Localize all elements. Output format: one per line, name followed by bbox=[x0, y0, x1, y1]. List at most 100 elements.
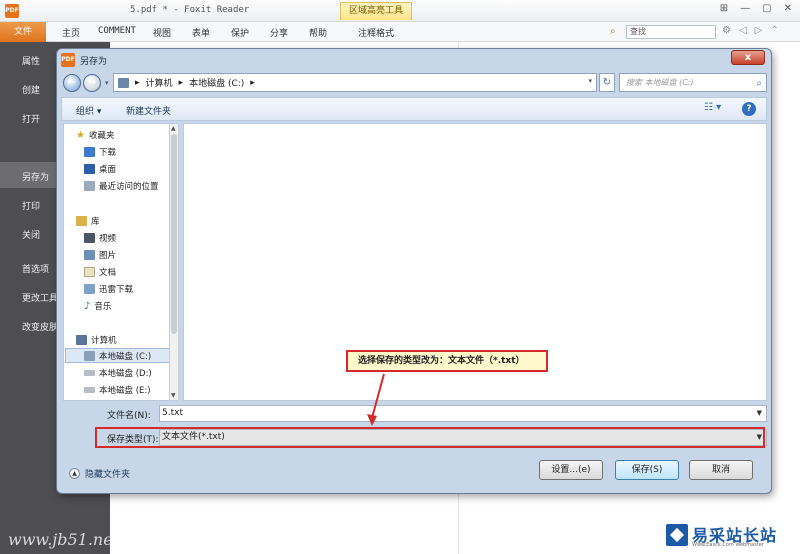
forward-icon[interactable]: → bbox=[83, 74, 101, 92]
filetype-highlight-box bbox=[95, 427, 765, 448]
picture-icon bbox=[84, 250, 95, 260]
dialog-search-input[interactable]: 搜索 本地磁盘 (C:) ⌕ bbox=[619, 73, 767, 92]
chevron-down-icon[interactable]: ▼ bbox=[757, 406, 762, 421]
tree-libraries[interactable]: 库 bbox=[76, 215, 100, 227]
tree-scrollbar[interactable]: ▲ ▼ bbox=[169, 123, 179, 401]
dialog-close-button[interactable]: x bbox=[731, 50, 765, 65]
address-dropdown-icon[interactable]: ▾ bbox=[588, 77, 592, 85]
search-icon[interactable]: ⌕ bbox=[756, 75, 762, 92]
menu-close[interactable]: 关闭 bbox=[22, 228, 40, 241]
menu-print[interactable]: 打印 bbox=[22, 199, 40, 212]
menu-change-tools[interactable]: 更改工具 bbox=[22, 291, 58, 304]
scroll-down-icon[interactable]: ▼ bbox=[171, 392, 176, 399]
settings-icon[interactable]: ⚙ bbox=[722, 25, 731, 36]
minimize-icon[interactable]: — bbox=[740, 3, 750, 14]
recent-pages-icon[interactable]: ▾ bbox=[105, 79, 109, 87]
refresh-icon[interactable]: ↻ bbox=[599, 73, 615, 92]
dialog-title: 另存为 bbox=[80, 56, 108, 67]
instruction-callout: 选择保存的类型改为：文本文件（*.txt） bbox=[346, 350, 548, 372]
tab-form[interactable]: 表单 bbox=[192, 26, 210, 39]
star-icon: ★ bbox=[76, 129, 85, 141]
tree-item-documents[interactable]: 文档 bbox=[84, 266, 116, 278]
filename-row: 文件名(N): 5.txt ▼ bbox=[61, 405, 767, 423]
help-icon[interactable]: ? bbox=[742, 102, 756, 116]
find-icon[interactable]: ⌕ bbox=[610, 26, 616, 37]
download-folder-icon bbox=[84, 147, 95, 157]
back-icon[interactable]: ← bbox=[63, 74, 81, 92]
menu-create[interactable]: 创建 bbox=[22, 83, 40, 96]
logo-mark-icon bbox=[666, 524, 688, 546]
scroll-up-icon[interactable]: ▲ bbox=[171, 125, 176, 132]
tree-favorites[interactable]: ★ 收藏夹 bbox=[76, 129, 114, 142]
close-icon[interactable]: ✕ bbox=[784, 3, 792, 14]
menu-right-icons: ⚙ ◁ ▷ ⌃ bbox=[722, 25, 779, 36]
save-button[interactable]: 保存(S) bbox=[615, 460, 679, 480]
tree-item-desktop[interactable]: 桌面 bbox=[84, 163, 116, 175]
app-icon[interactable]: PDF bbox=[5, 4, 19, 18]
drive-icon bbox=[84, 370, 95, 376]
menu-preferences[interactable]: 首选项 bbox=[22, 262, 49, 275]
search-placeholder: 搜索 本地磁盘 (C:) bbox=[626, 78, 694, 87]
scroll-thumb[interactable] bbox=[171, 134, 177, 334]
cancel-button[interactable]: 取消 bbox=[689, 460, 753, 480]
context-tab-area-highlight[interactable]: 区域高亮工具 bbox=[340, 2, 412, 20]
tree-item-videos[interactable]: 视频 bbox=[84, 232, 116, 244]
breadcrumb-computer[interactable]: 计算机 bbox=[146, 76, 173, 89]
site-watermark: www.jb51.net bbox=[8, 530, 120, 549]
tab-comment[interactable]: COMMENT bbox=[98, 26, 136, 36]
tab-protect[interactable]: 保护 bbox=[231, 26, 249, 39]
tab-home[interactable]: 主页 bbox=[62, 26, 80, 39]
breadcrumb-drive-c[interactable]: 本地磁盘 (C:) bbox=[189, 76, 244, 89]
tab-view[interactable]: 视图 bbox=[153, 26, 171, 39]
tree-item-recent[interactable]: 最近访问的位置 bbox=[84, 180, 159, 192]
tree-item-music[interactable]: ♪ 音乐 bbox=[84, 300, 111, 313]
callout-arrow-icon bbox=[367, 373, 385, 426]
computer-icon bbox=[76, 335, 87, 345]
settings-button[interactable]: 设置...(e) bbox=[539, 460, 603, 480]
pdf-icon: PDF bbox=[61, 53, 75, 67]
logo-subtext: Www.Easck.Com Webmaster bbox=[692, 542, 764, 548]
breadcrumb-sep: ▸ bbox=[135, 77, 140, 88]
library-icon bbox=[76, 216, 87, 226]
dialog-title-bar: PDF 另存为 bbox=[61, 52, 107, 68]
tree-item-downloads[interactable]: 下载 bbox=[84, 146, 116, 158]
dialog-toolbar: 组织 ▾ 新建文件夹 ☷ ▾ ? bbox=[61, 97, 767, 121]
forward-arrow-icon[interactable]: ▷ bbox=[755, 25, 763, 36]
menu-properties[interactable]: 属性 bbox=[22, 54, 40, 67]
tree-drive-c[interactable]: 本地磁盘 (C:) bbox=[84, 350, 151, 362]
organize-button[interactable]: 组织 ▾ bbox=[76, 104, 101, 117]
tree-drive-e[interactable]: 本地磁盘 (E:) bbox=[84, 384, 151, 396]
back-arrow-icon[interactable]: ◁ bbox=[739, 25, 747, 36]
computer-icon bbox=[118, 77, 129, 88]
menu-change-skin[interactable]: 改变皮肤 bbox=[22, 320, 58, 333]
menu-bar: 文件 主页 COMMENT 视图 表单 保护 分享 帮助 注释格式 ⌕ 查找 ⚙… bbox=[0, 22, 800, 42]
tree-item-pictures[interactable]: 图片 bbox=[84, 249, 116, 261]
video-icon bbox=[84, 233, 95, 243]
view-options-icon[interactable]: ☷ ▾ bbox=[704, 102, 721, 113]
grid-icon[interactable]: ⊞ bbox=[720, 3, 728, 14]
tab-share[interactable]: 分享 bbox=[270, 26, 288, 39]
new-folder-button[interactable]: 新建文件夹 bbox=[126, 104, 171, 117]
xunlei-icon bbox=[84, 284, 95, 294]
tab-help[interactable]: 帮助 bbox=[309, 26, 327, 39]
address-row: ← → ▾ ▸ 计算机 ▸ 本地磁盘 (C:) ▸ ▾ ↻ 搜索 本地磁盘 (C… bbox=[61, 71, 767, 95]
hide-folders-toggle[interactable]: ▲ 隐藏文件夹 bbox=[69, 467, 130, 480]
tree-computer[interactable]: 计算机 bbox=[76, 334, 117, 346]
tree-item-xunlei[interactable]: 迅雷下载 bbox=[84, 283, 133, 295]
window-controls: ⊞ — ▢ ✕ bbox=[720, 3, 792, 14]
maximize-icon[interactable]: ▢ bbox=[762, 3, 771, 14]
collapse-icon[interactable]: ⌃ bbox=[770, 25, 778, 36]
menu-save-as[interactable]: 另存为 bbox=[22, 170, 49, 183]
breadcrumb-sep: ▸ bbox=[178, 77, 184, 88]
title-bar: PDF 5.pdf * - Foxit Reader 区域高亮工具 ⊞ — ▢ … bbox=[0, 0, 800, 22]
filename-input[interactable]: 5.txt ▼ bbox=[159, 405, 767, 422]
music-icon: ♪ bbox=[84, 300, 91, 312]
menu-search-input[interactable]: 查找 bbox=[626, 25, 716, 39]
tab-annotation-format[interactable]: 注释格式 bbox=[358, 26, 394, 39]
tab-file[interactable]: 文件 bbox=[0, 22, 46, 42]
address-bar[interactable]: ▸ 计算机 ▸ 本地磁盘 (C:) ▸ ▾ bbox=[113, 73, 597, 92]
breadcrumb-sep: ▸ bbox=[250, 77, 255, 88]
tree-drive-d[interactable]: 本地磁盘 (D:) bbox=[84, 367, 152, 379]
menu-open[interactable]: 打开 bbox=[22, 112, 40, 125]
desktop-icon bbox=[84, 164, 95, 174]
